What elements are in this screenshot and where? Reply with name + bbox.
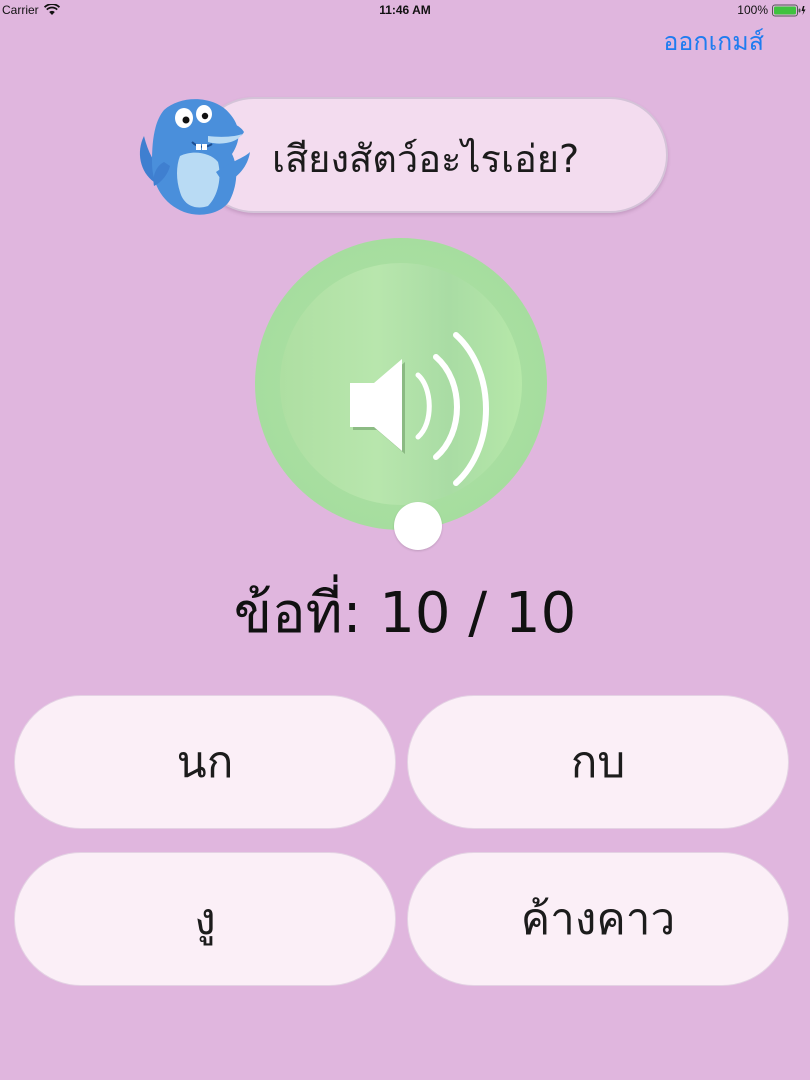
answer-button-3[interactable]: งู [14, 852, 396, 986]
play-sound-button[interactable] [255, 238, 547, 530]
exit-game-button[interactable]: ออกเกมส์ [663, 22, 764, 62]
answer-button-2[interactable]: กบ [407, 695, 789, 829]
answer-button-1[interactable]: นก [14, 695, 396, 829]
audio-progress-knob[interactable] [394, 502, 442, 550]
status-right: 100% [737, 3, 806, 17]
speaker-icon [350, 332, 489, 486]
answer-button-4[interactable]: ค้างคาว [407, 852, 789, 986]
question-counter: ข้อที่: 10 / 10 [233, 581, 577, 646]
battery-icon [772, 4, 806, 16]
battery-percent: 100% [737, 3, 768, 17]
dolphin-icon [139, 99, 250, 215]
play-sound-inner [280, 263, 522, 505]
status-time: 11:46 AM [379, 3, 431, 17]
status-bar: Carrier 11:46 AM 100% [0, 0, 810, 20]
question-prompt: เสียงสัตว์อะไรเอ่ย? [272, 137, 580, 181]
